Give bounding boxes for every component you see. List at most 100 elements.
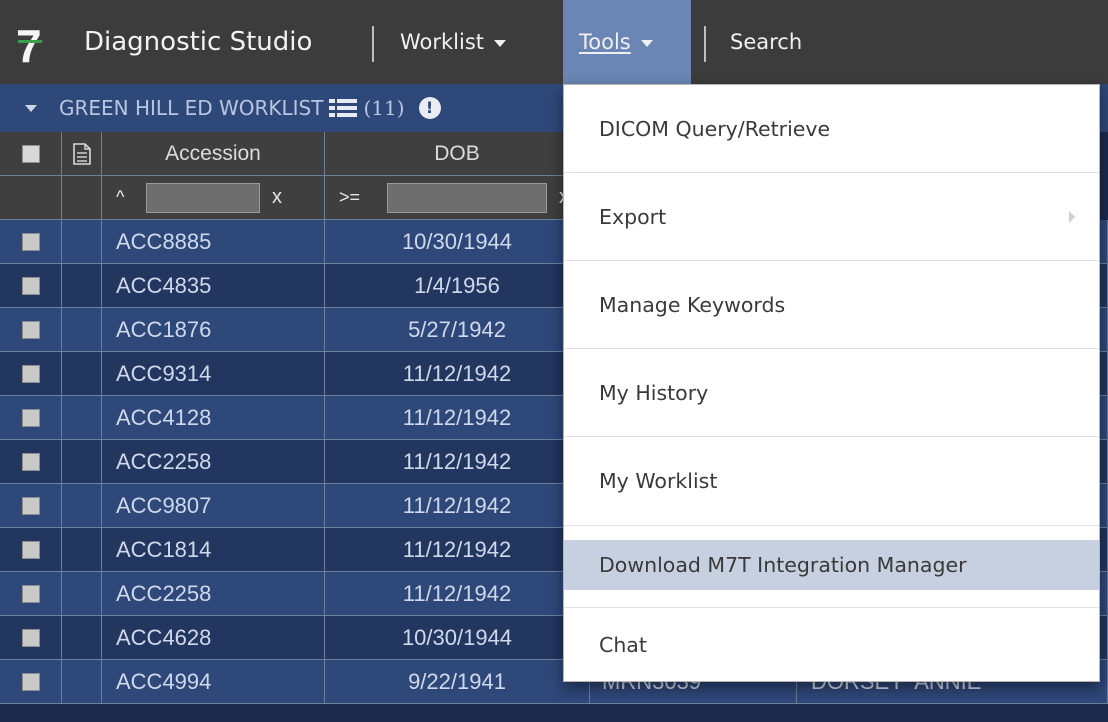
- accession-column-header[interactable]: Accession: [102, 132, 325, 176]
- menu-divider: [564, 607, 1099, 608]
- list-icon[interactable]: [329, 99, 358, 117]
- accession-filter-clear[interactable]: x: [272, 186, 282, 209]
- search-menu[interactable]: Search: [730, 0, 802, 84]
- accession-cell: ACC1814: [102, 528, 325, 572]
- row-checkbox[interactable]: [21, 584, 40, 603]
- row-checkbox[interactable]: [21, 408, 40, 427]
- dob-column-header[interactable]: DOB: [325, 132, 590, 176]
- dob-cell: 11/12/1942: [325, 396, 590, 440]
- row-select-cell[interactable]: [0, 352, 62, 396]
- dob-cell: 1/4/1956: [325, 264, 590, 308]
- menu-item-export[interactable]: Export: [564, 173, 1099, 260]
- row-checkbox[interactable]: [21, 364, 40, 383]
- row-checkbox[interactable]: [21, 232, 40, 251]
- row-select-cell[interactable]: [0, 484, 62, 528]
- document-icon: [72, 142, 91, 165]
- tools-menu[interactable]: Tools: [563, 0, 691, 84]
- dob-filter-input[interactable]: [387, 182, 547, 213]
- menu-item-chat[interactable]: Chat: [564, 609, 1099, 681]
- dob-cell: 11/12/1942: [325, 484, 590, 528]
- menu-item-export-label: Export: [599, 204, 667, 229]
- dob-filter: >= x: [325, 176, 590, 220]
- row-select-cell[interactable]: [0, 528, 62, 572]
- report-column-header[interactable]: [62, 132, 102, 176]
- row-select-cell[interactable]: [0, 264, 62, 308]
- row-report-cell: [62, 352, 102, 396]
- dob-cell: 11/12/1942: [325, 440, 590, 484]
- top-navbar: 7 Diagnostic Studio Worklist Tools Searc…: [0, 0, 1108, 84]
- collapse-caret-icon[interactable]: [25, 104, 37, 112]
- menu-item-download-integration-manager[interactable]: Download M7T Integration Manager: [564, 540, 1099, 590]
- row-report-cell: [62, 440, 102, 484]
- menu-item-my-worklist[interactable]: My Worklist: [564, 437, 1099, 524]
- accession-cell: ACC4628: [102, 616, 325, 660]
- dob-cell: 9/22/1941: [325, 660, 590, 704]
- accession-cell: ACC4128: [102, 396, 325, 440]
- row-checkbox[interactable]: [21, 540, 40, 559]
- row-report-cell: [62, 616, 102, 660]
- row-checkbox[interactable]: [21, 672, 40, 691]
- row-select-cell[interactable]: [0, 572, 62, 616]
- chevron-right-icon: [1069, 211, 1075, 223]
- select-all-checkbox[interactable]: [21, 144, 40, 163]
- accession-cell: ACC4994: [102, 660, 325, 704]
- dob-cell: 11/12/1942: [325, 572, 590, 616]
- menu-item-manage-keywords[interactable]: Manage Keywords: [564, 261, 1099, 348]
- row-report-cell: [62, 484, 102, 528]
- menu-item-dicom-query-retrieve[interactable]: DICOM Query/Retrieve: [564, 85, 1099, 172]
- menu-item-my-history[interactable]: My History: [564, 349, 1099, 436]
- accession-cell: ACC9807: [102, 484, 325, 528]
- row-checkbox[interactable]: [21, 628, 40, 647]
- tools-menu-label: Tools: [579, 30, 631, 54]
- accession-filter: ^ x: [102, 176, 325, 220]
- accession-cell: ACC8885: [102, 220, 325, 264]
- row-select-cell[interactable]: [0, 616, 62, 660]
- search-menu-label: Search: [730, 30, 803, 54]
- row-select-cell[interactable]: [0, 660, 62, 704]
- tools-dropdown-menu: DICOM Query/Retrieve Export Manage Keywo…: [563, 84, 1100, 682]
- m7-logo-icon: 7: [16, 20, 42, 70]
- accession-cell: ACC2258: [102, 440, 325, 484]
- row-report-cell: [62, 660, 102, 704]
- row-report-cell: [62, 220, 102, 264]
- accession-filter-input[interactable]: [146, 182, 260, 213]
- row-checkbox[interactable]: [21, 276, 40, 295]
- worklist-menu-label: Worklist: [400, 30, 485, 54]
- row-select-cell[interactable]: [0, 396, 62, 440]
- worklist-count: (11): [363, 96, 405, 120]
- nav-divider: [704, 26, 706, 62]
- info-icon[interactable]: !: [418, 97, 441, 119]
- dob-cell: 11/12/1942: [325, 528, 590, 572]
- row-checkbox[interactable]: [21, 320, 40, 339]
- row-report-cell: [62, 308, 102, 352]
- filter-spacer: [0, 176, 62, 220]
- dob-cell: 10/30/1944: [325, 220, 590, 264]
- row-report-cell: [62, 396, 102, 440]
- menu-divider: [564, 525, 1099, 526]
- row-select-cell[interactable]: [0, 220, 62, 264]
- row-report-cell: [62, 264, 102, 308]
- accession-cell: ACC4835: [102, 264, 325, 308]
- accession-filter-operator[interactable]: ^: [116, 187, 146, 208]
- select-all-cell[interactable]: [0, 132, 62, 176]
- dob-cell: 11/12/1942: [325, 352, 590, 396]
- row-report-cell: [62, 572, 102, 616]
- accession-cell: ACC2258: [102, 572, 325, 616]
- dob-filter-operator[interactable]: >=: [339, 187, 369, 208]
- worklist-title: GREEN HILL ED WORKLIST: [59, 96, 324, 120]
- row-select-cell[interactable]: [0, 308, 62, 352]
- accession-cell: ACC9314: [102, 352, 325, 396]
- row-report-cell: [62, 528, 102, 572]
- chevron-down-icon: [494, 39, 507, 47]
- chevron-down-icon: [640, 39, 653, 47]
- dob-cell: 5/27/1942: [325, 308, 590, 352]
- nav-divider: [372, 26, 374, 62]
- svg-text:7: 7: [16, 20, 42, 70]
- row-select-cell[interactable]: [0, 440, 62, 484]
- row-checkbox[interactable]: [21, 496, 40, 515]
- worklist-menu[interactable]: Worklist: [400, 0, 507, 84]
- dob-cell: 10/30/1944: [325, 616, 590, 660]
- filter-spacer: [62, 176, 102, 220]
- accession-cell: ACC1876: [102, 308, 325, 352]
- row-checkbox[interactable]: [21, 452, 40, 471]
